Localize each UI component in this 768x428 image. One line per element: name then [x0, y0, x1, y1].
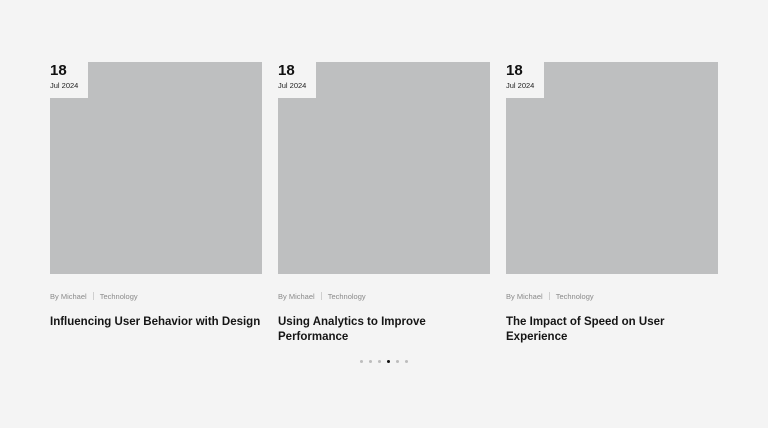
category-link[interactable]: Technology — [328, 292, 366, 301]
date-badge: 18 Jul 2024 — [506, 62, 544, 98]
pagination-dot[interactable] — [360, 360, 363, 363]
category-link[interactable]: Technology — [556, 292, 594, 301]
date-day: 18 — [278, 62, 295, 79]
meta-divider — [320, 292, 322, 300]
date-month: Jul 2024 — [278, 81, 307, 90]
date-day: 18 — [506, 62, 523, 79]
pagination-dot[interactable] — [387, 360, 390, 363]
card-title[interactable]: Influencing User Behavior with Design — [50, 315, 262, 330]
meta-divider — [548, 292, 550, 300]
card-meta: By Michael Technology — [278, 291, 490, 301]
card-meta: By Michael Technology — [506, 291, 718, 301]
author-label: By Michael — [50, 291, 87, 301]
pagination-dot[interactable] — [405, 360, 408, 363]
blog-carousel: 18 Jul 2024 By Michael Technology Influe… — [50, 62, 718, 382]
card-image[interactable]: 18 Jul 2024 — [50, 62, 262, 274]
blog-card[interactable]: 18 Jul 2024 By Michael Technology Influe… — [50, 62, 262, 345]
card-title[interactable]: The Impact of Speed on User Experience — [506, 315, 718, 345]
date-badge: 18 Jul 2024 — [278, 62, 316, 98]
card-image[interactable]: 18 Jul 2024 — [506, 62, 718, 274]
pagination-dot[interactable] — [396, 360, 399, 363]
category-link[interactable]: Technology — [100, 292, 138, 301]
meta-divider — [92, 292, 94, 300]
author-label: By Michael — [506, 291, 543, 301]
blog-card[interactable]: 18 Jul 2024 By Michael Technology Using … — [278, 62, 490, 345]
carousel-pagination — [50, 360, 718, 363]
blog-card[interactable]: 18 Jul 2024 By Michael Technology The Im… — [506, 62, 718, 345]
date-badge: 18 Jul 2024 — [50, 62, 88, 98]
date-day: 18 — [50, 62, 67, 79]
date-month: Jul 2024 — [506, 81, 535, 90]
card-meta: By Michael Technology — [50, 291, 262, 301]
pagination-dot[interactable] — [369, 360, 372, 363]
card-title[interactable]: Using Analytics to Improve Performance — [278, 315, 490, 345]
author-label: By Michael — [278, 291, 315, 301]
pagination-dot[interactable] — [378, 360, 381, 363]
card-image[interactable]: 18 Jul 2024 — [278, 62, 490, 274]
date-month: Jul 2024 — [50, 81, 79, 90]
card-list: 18 Jul 2024 By Michael Technology Influe… — [50, 62, 718, 345]
